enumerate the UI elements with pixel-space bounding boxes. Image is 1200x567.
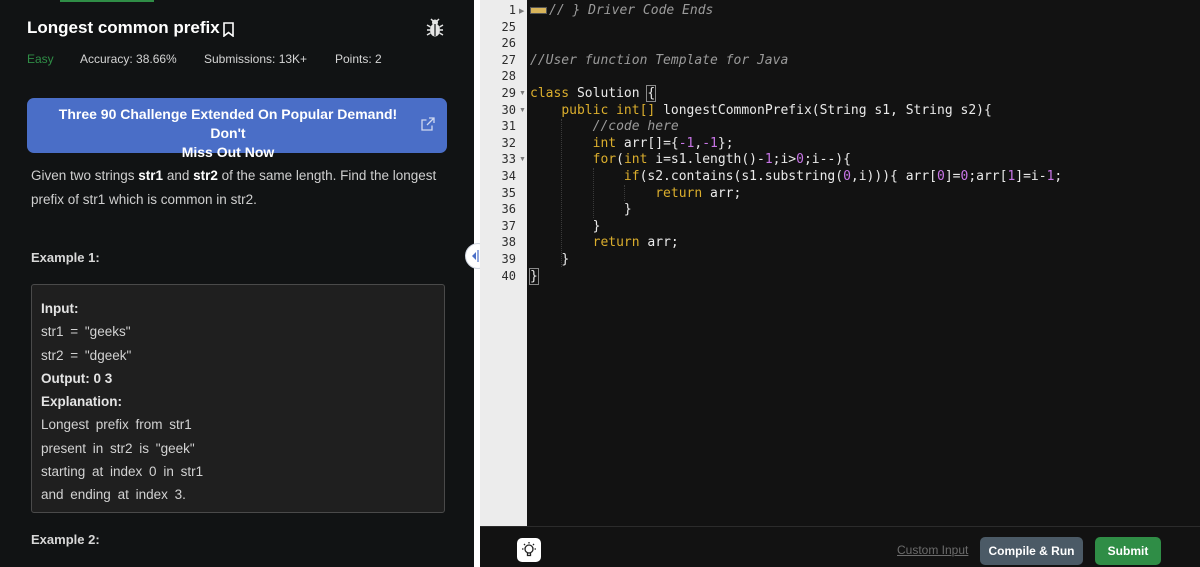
external-link-icon (421, 117, 435, 131)
editor-toolbar: Custom Input Compile & Run Submit (480, 526, 1200, 567)
str1-ref: str1 (138, 168, 164, 183)
text-cursor (537, 269, 539, 284)
example-line: and ending at index 3. (41, 487, 186, 503)
fold-arrow-icon[interactable]: ▼ (519, 156, 526, 163)
line-number: 37 (501, 218, 516, 233)
code-line-38: return arr; (592, 235, 679, 251)
line-number: 1 (508, 3, 516, 17)
bug-report-icon[interactable] (425, 17, 445, 39)
example-line: present in str2 is "geek" (41, 440, 195, 456)
hint-button[interactable] (517, 538, 541, 562)
difficulty-badge: Easy (27, 52, 54, 66)
line-number: 29 (501, 86, 516, 100)
line-number: 35 (501, 185, 516, 200)
folded-code-marker[interactable] (530, 7, 547, 14)
bookmark-icon[interactable] (222, 22, 234, 37)
accuracy-stat: Accuracy: 38.66% (80, 52, 177, 66)
banner-text-line1: Three 90 Challenge Extended On Popular D… (58, 106, 398, 141)
active-tab-indicator (60, 0, 154, 2)
code-line-40: } (529, 267, 539, 285)
code-line-35: return arr; (655, 185, 742, 201)
fold-arrow-icon[interactable]: ▶ (519, 7, 524, 15)
line-number: 33 (501, 152, 516, 167)
example-line: Output: 0 3 (41, 370, 113, 386)
lightbulb-icon (522, 542, 536, 557)
line-number-gutter: 1 ▶ 25 26 27 28 29 ▼ 30 ▼ 31 32 33 ▼ 34 35 3… (480, 0, 527, 526)
line-number: 28 (501, 69, 516, 84)
submissions-stat: Submissions: 13K+ (204, 52, 308, 66)
banner-text-line2: Miss Out Now (181, 144, 275, 160)
challenge-banner[interactable]: Three 90 Challenge Extended On Popular D… (27, 98, 447, 160)
code-line-37: } (592, 218, 601, 234)
code-text-area[interactable]: // } Driver Code Ends //User function Te… (527, 0, 1200, 526)
line-number: 38 (501, 235, 516, 250)
line-number: 39 (501, 252, 516, 266)
example-line: Longest prefix from str1 (41, 417, 192, 433)
example1-title: Example 1: (31, 250, 100, 265)
example-line: Explanation: (41, 394, 123, 410)
problem-panel: Longest common prefix Easy Accuracy: 38.… (0, 0, 474, 567)
code-line-31: //code here (592, 119, 679, 135)
fold-arrow-icon[interactable]: ▼ (519, 107, 526, 114)
fold-arrow-icon[interactable]: ▼ (519, 90, 526, 97)
line-number: 27 (501, 52, 516, 67)
line-number: 40 (501, 268, 516, 283)
example2-title: Example 2: (31, 532, 100, 547)
points-stat: Points: 2 (335, 52, 382, 66)
title-row: Longest common prefix (27, 15, 234, 41)
code-line-30: public int[] longestCommonPrefix(String … (561, 102, 992, 118)
code-line-36: } (623, 202, 632, 218)
line-number: 30 (501, 102, 516, 117)
line-number: 25 (501, 19, 516, 34)
code-line-39: } (561, 252, 570, 267)
problem-description: Given two strings str1 and str2 of the s… (31, 168, 437, 207)
str2-ref: str2 (193, 168, 218, 183)
line-number: 31 (501, 119, 516, 134)
compile-run-button[interactable]: Compile & Run (980, 537, 1083, 565)
line-number: 32 (501, 135, 516, 150)
submit-button[interactable]: Submit (1095, 537, 1161, 565)
code-line-27: //User function Template for Java (530, 52, 789, 68)
code-line-32: int arr[]={-1,-1}; (592, 135, 734, 151)
example-line: str1 = "geeks" (41, 324, 131, 340)
code-line-29: class Solution { (530, 85, 657, 102)
line-number: 34 (501, 169, 516, 183)
code-line-34: if(s2.contains(s1.substring(0,i))){ arr[… (623, 169, 1063, 184)
code-line-1: // } Driver Code Ends (530, 3, 713, 20)
example-line: starting at index 0 in str1 (41, 464, 204, 480)
code-line-33: for(int i=s1.length()-1;i>0;i--){ (592, 152, 851, 168)
problem-meta: Easy Accuracy: 38.66% Submissions: 13K+ … (27, 52, 382, 66)
code-editor[interactable]: 1 ▶ 25 26 27 28 29 ▼ 30 ▼ 31 32 33 ▼ 34 35 3… (480, 0, 1200, 567)
problem-title: Longest common prefix (27, 18, 220, 37)
line-number: 26 (501, 36, 516, 51)
example-line: str2 = "dgeek" (41, 347, 132, 363)
custom-input-link[interactable]: Custom Input (897, 543, 968, 557)
example-line: Input: (41, 301, 79, 316)
example1-box: Input: str1 = "geeks" str2 = "dgeek" Out… (31, 284, 445, 513)
line-number: 36 (501, 202, 516, 217)
